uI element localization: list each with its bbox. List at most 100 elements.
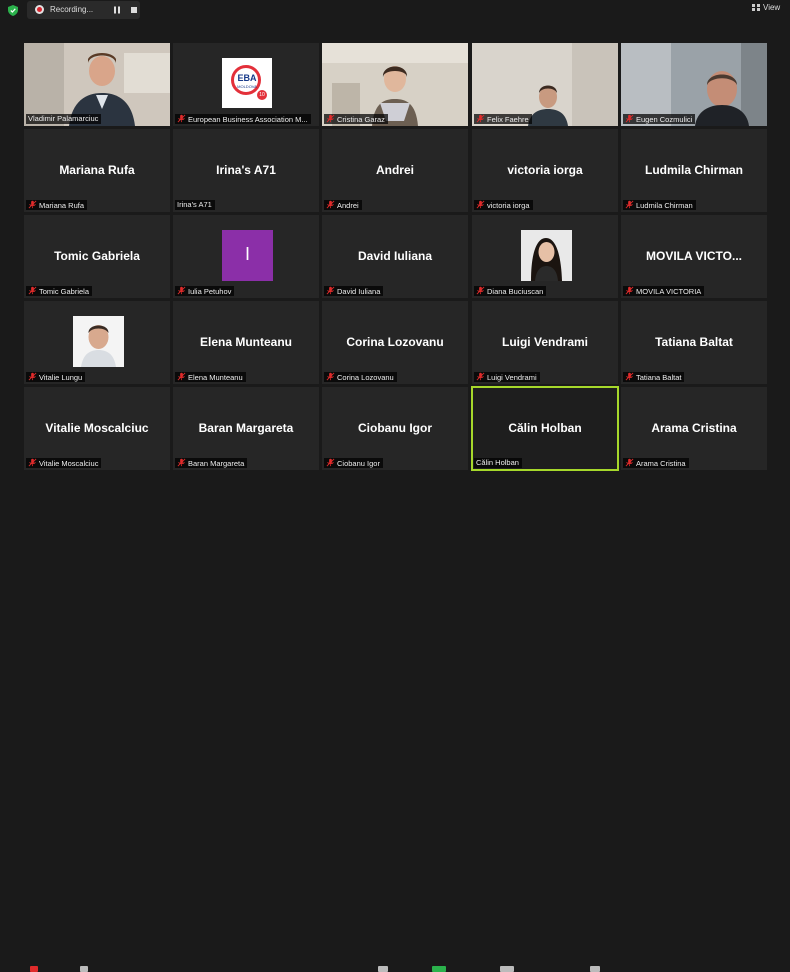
muted-microphone-icon — [28, 372, 37, 381]
participant-name-label: Vitalie Moscalciuc — [26, 458, 102, 468]
participant-tile[interactable]: Baran Margareta Baran Margareta — [173, 387, 319, 470]
participant-label-text: Corina Lozovanu — [337, 373, 394, 382]
participant-display-name: Ciobanu Igor — [358, 421, 432, 435]
participant-name-label: Irina's A71 — [175, 200, 215, 210]
participant-name-label: Diana Buciuscan — [474, 286, 547, 296]
participant-tile[interactable]: Irina's A71 Irina's A71 — [173, 129, 319, 212]
participant-display-name: Corina Lozovanu — [346, 335, 444, 349]
muted-microphone-icon — [625, 114, 634, 123]
participant-name-label: Vladimir Palamarciuc — [26, 114, 102, 124]
participant-display-name: Tomic Gabriela — [54, 249, 140, 263]
participant-label-text: Tatiana Baltat — [636, 373, 682, 382]
participant-tile[interactable]: Elena Munteanu Elena Munteanu — [173, 301, 319, 384]
participant-tile[interactable]: Andrei Andrei — [322, 129, 468, 212]
participant-display-name: Vitalie Moscalciuc — [45, 421, 149, 435]
participant-tile[interactable]: Luigi Vendrami Luigi Vendrami — [472, 301, 618, 384]
logo-text: EBA — [237, 73, 257, 83]
muted-microphone-icon — [625, 458, 634, 467]
mute-button[interactable] — [30, 966, 38, 972]
video-button[interactable] — [80, 966, 88, 972]
participant-tile[interactable]: Mariana Rufa Mariana Rufa — [24, 129, 170, 212]
participant-name-label: Călin Holban — [474, 458, 522, 468]
participant-tile[interactable]: Ciobanu Igor Ciobanu Igor — [322, 387, 468, 470]
participant-label-text: Ciobanu Igor — [337, 459, 380, 468]
reactions-button[interactable] — [590, 966, 600, 972]
participant-tile[interactable]: MOVILA VICTO... MOVILA VICTORIA — [621, 215, 767, 298]
participant-label-text: Andrei — [337, 201, 359, 210]
muted-microphone-icon — [625, 286, 634, 295]
participant-display-name: Luigi Vendrami — [501, 335, 588, 349]
participant-tile[interactable]: Arama Cristina Arama Cristina — [621, 387, 767, 470]
view-button[interactable]: View — [752, 3, 780, 12]
pause-icon[interactable] — [111, 4, 123, 16]
participant-label-text: European Business Association M... — [188, 115, 308, 124]
participant-tile[interactable]: Diana Buciuscan — [472, 215, 618, 298]
participant-name-label: Cristina Garaz — [324, 114, 388, 124]
participant-label-text: Tomic Gabriela — [39, 287, 90, 296]
participant-tile[interactable]: Cristina Garaz — [322, 43, 468, 126]
recording-indicator: Recording... — [27, 1, 140, 19]
security-shield-icon[interactable] — [8, 5, 18, 16]
share-screen-button[interactable] — [432, 966, 446, 972]
participant-name-label: MOVILA VICTORIA — [623, 286, 705, 296]
participant-tile[interactable]: Corina Lozovanu Corina Lozovanu — [322, 301, 468, 384]
participant-name-label: Baran Margareta — [175, 458, 248, 468]
muted-microphone-icon — [326, 114, 335, 123]
participant-name-label: Iulia Petuhov — [175, 286, 235, 296]
participant-tile[interactable]: Ludmila Chirman Ludmila Chirman — [621, 129, 767, 212]
grid-view-icon — [752, 4, 760, 11]
participant-display-name: Andrei — [375, 163, 414, 177]
logo-subtext: MOLDOVA — [237, 84, 257, 89]
participants-button[interactable] — [500, 966, 514, 972]
participant-name-label: Eugen Cozmulici — [623, 114, 696, 124]
participant-display-name: Irina's A71 — [216, 163, 276, 177]
participant-name-label: victoria iorga — [474, 200, 533, 210]
participant-label-text: victoria iorga — [487, 201, 530, 210]
participant-name-label: Vitalie Lungu — [26, 372, 86, 382]
participant-label-text: MOVILA VICTORIA — [636, 287, 702, 296]
avatar: I — [222, 230, 273, 281]
participant-tile[interactable]: victoria iorga victoria iorga — [472, 129, 618, 212]
participant-tile[interactable]: Vitalie Lungu — [24, 301, 170, 384]
participant-name-label: David Iuliana — [324, 286, 384, 296]
participant-display-name: Călin Holban — [508, 421, 582, 435]
chat-button[interactable] — [378, 966, 388, 972]
participant-display-name: David Iuliana — [357, 249, 433, 263]
participant-tile[interactable]: Călin Holban Călin Holban — [471, 386, 619, 471]
muted-microphone-icon — [326, 200, 335, 209]
participant-name-label: European Business Association M... — [175, 114, 311, 124]
muted-microphone-icon — [28, 200, 37, 209]
participant-name-label: Corina Lozovanu — [324, 372, 397, 382]
stop-icon[interactable] — [128, 4, 140, 16]
participant-label-text: Vitalie Moscalciuc — [39, 459, 99, 468]
participant-tile[interactable]: Vitalie Moscalciuc Vitalie Moscalciuc — [24, 387, 170, 470]
participant-display-name: Baran Margareta — [198, 421, 294, 435]
profile-photo — [521, 230, 572, 281]
logo-badge-text: 10 — [259, 92, 265, 98]
recording-label: Recording... — [50, 5, 94, 14]
participant-name-label: Ciobanu Igor — [324, 458, 383, 468]
participant-label-text: David Iuliana — [337, 287, 381, 296]
participant-tile[interactable]: Tatiana Baltat Tatiana Baltat — [621, 301, 767, 384]
participant-label-text: Baran Margareta — [188, 459, 245, 468]
profile-photo — [73, 316, 124, 367]
participant-label-text: Ludmila Chirman — [636, 201, 693, 210]
participant-tile[interactable]: I Iulia Petuhov — [173, 215, 319, 298]
participant-label-text: Vitalie Lungu — [39, 373, 83, 382]
participant-tile[interactable]: Eugen Cozmulici — [621, 43, 767, 126]
participant-tile[interactable]: Tomic Gabriela Tomic Gabriela — [24, 215, 170, 298]
participant-tile[interactable]: EBA MOLDOVA 10 European Business Associatio… — [173, 43, 319, 126]
participant-tile[interactable]: David Iuliana David Iuliana — [322, 215, 468, 298]
participant-label-text: Vladimir Palamarciuc — [28, 114, 99, 123]
muted-microphone-icon — [476, 286, 485, 295]
participant-label-text: Cristina Garaz — [337, 115, 385, 124]
participant-name-label: Tatiana Baltat — [623, 372, 685, 382]
participant-name-label: Ludmila Chirman — [623, 200, 696, 210]
muted-microphone-icon — [476, 114, 485, 123]
participant-tile[interactable]: Felix Faehre — [472, 43, 618, 126]
participant-tile[interactable]: Vladimir Palamarciuc — [24, 43, 170, 126]
muted-microphone-icon — [326, 286, 335, 295]
muted-microphone-icon — [177, 372, 186, 381]
recording-icon — [35, 5, 44, 14]
participant-name-label: Mariana Rufa — [26, 200, 88, 210]
